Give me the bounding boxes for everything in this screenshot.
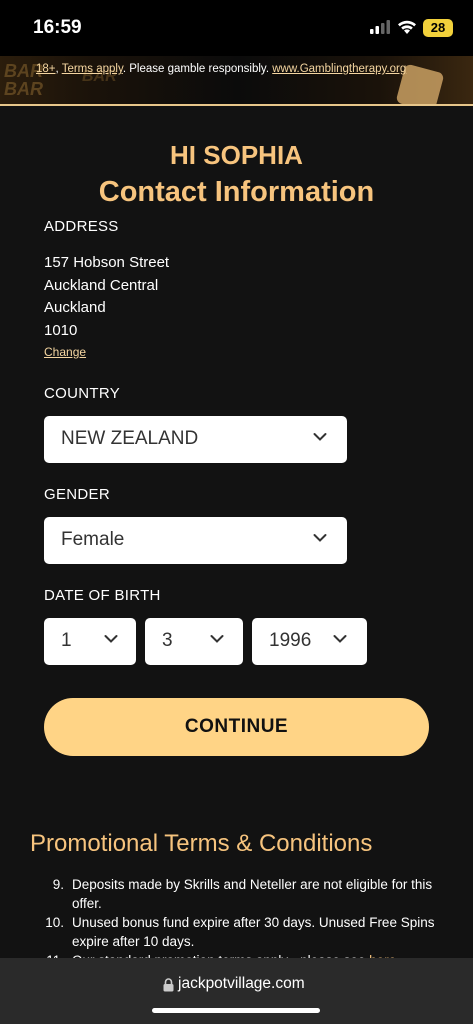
dob-label: DATE OF BIRTH bbox=[44, 587, 161, 604]
dob-month-value: 3 bbox=[162, 630, 173, 651]
address-line: 1010 bbox=[44, 321, 78, 339]
status-time: 16:59 bbox=[33, 17, 82, 38]
address-line: Auckland Central bbox=[44, 276, 159, 294]
terms-link[interactable]: Terms apply bbox=[62, 63, 123, 75]
country-label: COUNTRY bbox=[44, 385, 120, 402]
responsible-gambling-banner: BAR BAR BAR 18+, Terms apply. Please gam… bbox=[0, 56, 473, 106]
chevron-down-icon bbox=[333, 635, 347, 643]
gender-label: GENDER bbox=[44, 486, 110, 503]
term-number: 9. bbox=[52, 877, 64, 892]
term-text: Deposits made by Skrills and Neteller ar… bbox=[72, 877, 433, 911]
address-block: 157 Hobson Street Auckland Central Auckl… bbox=[44, 252, 169, 342]
page-title: Contact Information bbox=[98, 176, 375, 208]
dob-day-select[interactable]: 1 bbox=[44, 618, 136, 665]
cellular-signal-icon bbox=[370, 20, 390, 34]
promo-terms-list: 9. Deposits made by Skrills and Neteller… bbox=[30, 875, 440, 970]
term-text: Unused bonus fund expire after 30 days. … bbox=[72, 915, 435, 949]
change-address-link[interactable]: Change bbox=[44, 345, 86, 359]
dob-year-value: 1996 bbox=[269, 630, 312, 651]
deco-label: BAR bbox=[4, 79, 43, 99]
banner-message: . Please gamble responsibly. bbox=[122, 63, 270, 75]
dob-year-select[interactable]: 1996 bbox=[252, 618, 367, 665]
address-line: Auckland bbox=[44, 299, 106, 316]
banner-text: 18+, Terms apply. Please gamble responsi… bbox=[36, 63, 407, 75]
list-item: 9. Deposits made by Skrills and Neteller… bbox=[30, 875, 440, 913]
url-text: jackpotvillage.com bbox=[178, 975, 305, 992]
chevron-down-icon bbox=[313, 433, 327, 441]
home-indicator[interactable] bbox=[152, 1008, 320, 1013]
list-item: 10. Unused bonus fund expire after 30 da… bbox=[30, 913, 440, 951]
status-bar: 16:59 28 bbox=[0, 0, 473, 56]
country-select[interactable]: NEW ZEALAND bbox=[44, 416, 347, 463]
promo-terms-title: Promotional Terms & Conditions bbox=[30, 830, 373, 857]
greeting: HI SOPHIA bbox=[170, 140, 303, 170]
gender-value: Female bbox=[61, 529, 125, 550]
chevron-down-icon bbox=[210, 635, 224, 643]
chevron-down-icon bbox=[104, 635, 118, 643]
age-link[interactable]: 18+ bbox=[36, 63, 56, 75]
dob-month-select[interactable]: 3 bbox=[145, 618, 243, 665]
address-label: ADDRESS bbox=[44, 218, 119, 235]
gambling-therapy-link[interactable]: www.Gamblingtherapy.org bbox=[272, 63, 406, 75]
country-value: NEW ZEALAND bbox=[61, 428, 199, 449]
continue-button[interactable]: CONTINUE bbox=[44, 698, 429, 756]
chevron-down-icon bbox=[313, 534, 327, 542]
browser-address-bar[interactable]: jackpotvillage.com bbox=[0, 958, 473, 1024]
gender-select[interactable]: Female bbox=[44, 517, 347, 564]
battery-indicator: 28 bbox=[423, 19, 453, 37]
lock-icon bbox=[163, 978, 174, 992]
wifi-icon bbox=[398, 20, 416, 34]
address-line: 157 Hobson Street bbox=[44, 254, 170, 271]
term-number: 10. bbox=[45, 915, 64, 930]
dob-day-value: 1 bbox=[61, 630, 72, 651]
